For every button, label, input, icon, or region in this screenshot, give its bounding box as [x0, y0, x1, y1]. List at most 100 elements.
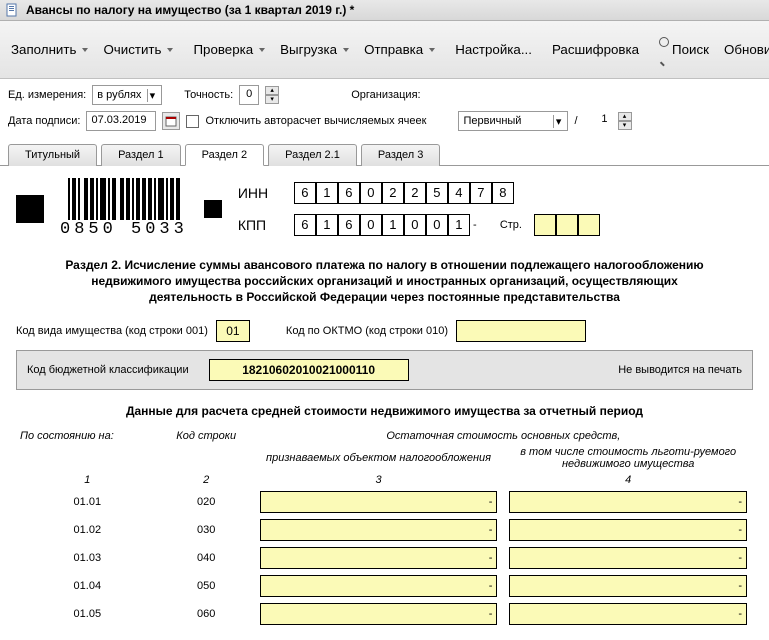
kbk-note: Не выводится на печать: [618, 364, 742, 376]
upload-button[interactable]: Выгрузка: [273, 38, 356, 61]
col3-sub: признаваемых объектом налогообложения: [254, 444, 504, 472]
oktmo-input[interactable]: [456, 320, 586, 342]
cell-v3[interactable]: -: [260, 519, 498, 541]
tab-title[interactable]: Титульный: [8, 144, 97, 166]
form-header: Ед. измерения: в рублях ▾ Точность: 0 ▴▾…: [0, 79, 769, 143]
decode-button[interactable]: Расшифровка: [545, 38, 646, 61]
main-toolbar: Заполнить Очистить Проверка Выгрузка Отп…: [0, 21, 769, 79]
kpp-digit: 0: [404, 214, 426, 236]
primary-value: Первичный: [463, 115, 552, 127]
disable-autocalc-checkbox[interactable]: [186, 115, 199, 128]
inn-digit: 8: [492, 182, 514, 204]
kbk-input[interactable]: 18210602010021000110: [209, 359, 409, 381]
kpp-digit: 6: [294, 214, 316, 236]
org-label: Организация:: [351, 89, 420, 101]
document-icon: [6, 3, 20, 17]
cell-v3[interactable]: -: [260, 547, 498, 569]
str-digit: [578, 214, 600, 236]
primary-select[interactable]: Первичный ▾: [458, 111, 568, 131]
cell-code: 060: [159, 600, 254, 628]
kpp-boxes[interactable]: 61601001 -: [294, 214, 480, 236]
cell-code: 040: [159, 544, 254, 572]
sign-date-label: Дата подписи:: [8, 115, 80, 127]
col-code-header: Код строки: [159, 428, 254, 444]
inn-boxes[interactable]: 6160225478: [294, 182, 514, 204]
precision-spinner[interactable]: ▴▾: [265, 86, 279, 104]
tab-section3[interactable]: Раздел 3: [361, 144, 441, 166]
kpp-digit: 1: [448, 214, 470, 236]
disable-autocalc-label: Отключить авторасчет вычисляемых ячеек: [205, 115, 426, 127]
sign-date-input[interactable]: 07.03.2019: [86, 111, 156, 131]
tab-section1[interactable]: Раздел 1: [101, 144, 181, 166]
barcode-text: 0850 5033: [60, 220, 188, 239]
cell-v4[interactable]: -: [509, 603, 747, 625]
marker-square-small: [204, 200, 222, 218]
kpp-digit: 1: [382, 214, 404, 236]
cell-date: 01.01: [16, 488, 159, 516]
str-digit: [556, 214, 578, 236]
col-num-2: 2: [159, 472, 254, 488]
inn-digit: 6: [294, 182, 316, 204]
page-spinner[interactable]: ▴▾: [618, 112, 632, 130]
inn-digit: 2: [404, 182, 426, 204]
cell-v3[interactable]: -: [260, 603, 498, 625]
inn-digit: 4: [448, 182, 470, 204]
kpp-label: КПП: [238, 217, 282, 233]
search-button[interactable]: Поиск: [652, 31, 716, 69]
cell-v3[interactable]: -: [260, 575, 498, 597]
send-button[interactable]: Отправка: [357, 38, 442, 61]
cell-code: 020: [159, 488, 254, 516]
precision-input[interactable]: 0: [239, 85, 259, 105]
property-code-label: Код вида имущества (код строки 001): [16, 325, 208, 337]
kbk-label: Код бюджетной классификации: [27, 364, 189, 376]
table-row: 01.05060--: [16, 600, 753, 628]
check-button[interactable]: Проверка: [186, 38, 272, 61]
str-digit: [534, 214, 556, 236]
tab-section2[interactable]: Раздел 2: [185, 144, 265, 166]
table-row: 01.04050--: [16, 572, 753, 600]
inn-digit: 2: [382, 182, 404, 204]
refresh-button[interactable]: Обновить: [717, 38, 769, 61]
inn-digit: 7: [470, 182, 492, 204]
settings-button[interactable]: Настройка...: [448, 38, 539, 61]
col-num-4: 4: [503, 472, 753, 488]
col-cost-header: Остаточная стоимость основных средств,: [254, 428, 753, 444]
cell-v4[interactable]: -: [509, 547, 747, 569]
kpp-digit: 0: [360, 214, 382, 236]
precision-label: Точность:: [184, 89, 233, 101]
kpp-digit: 0: [426, 214, 448, 236]
calc-subtitle: Данные для расчета средней стоимости нед…: [16, 404, 753, 418]
clear-button[interactable]: Очистить: [96, 38, 180, 61]
unit-select[interactable]: в рублях ▾: [92, 85, 162, 105]
inn-label: ИНН: [238, 185, 282, 201]
property-code-input[interactable]: 01: [216, 320, 250, 342]
table-row: 01.02030--: [16, 516, 753, 544]
cell-v3[interactable]: -: [260, 491, 498, 513]
str-label: Стр.: [500, 219, 522, 231]
table-row: 01.03040--: [16, 544, 753, 572]
inn-digit: 1: [316, 182, 338, 204]
slash: /: [574, 115, 577, 127]
str-boxes[interactable]: [534, 214, 600, 236]
unit-label: Ед. измерения:: [8, 89, 86, 101]
fill-button[interactable]: Заполнить: [4, 38, 95, 61]
col-num-3: 3: [254, 472, 504, 488]
calc-table: По состоянию на: Код строки Остаточная с…: [16, 428, 753, 628]
tabs: Титульный Раздел 1 Раздел 2 Раздел 2.1 Р…: [0, 143, 769, 166]
calendar-icon[interactable]: [162, 112, 180, 130]
cell-v4[interactable]: -: [509, 519, 747, 541]
inn-digit: 6: [338, 182, 360, 204]
cell-v4[interactable]: -: [509, 491, 747, 513]
search-label: Поиск: [672, 42, 709, 57]
col-date-header: По состоянию на:: [16, 428, 159, 444]
kbk-panel: Код бюджетной классификации 182106020100…: [16, 350, 753, 390]
kpp-digit: 6: [338, 214, 360, 236]
cell-date: 01.05: [16, 600, 159, 628]
cell-code: 030: [159, 516, 254, 544]
cell-v4[interactable]: -: [509, 575, 747, 597]
window-titlebar: Авансы по налогу на имущество (за 1 квар…: [0, 0, 769, 21]
page-content: 0850 5033 ИНН 6160225478 КПП 61601001 - …: [0, 166, 769, 640]
tab-section2-1[interactable]: Раздел 2.1: [268, 144, 357, 166]
cell-date: 01.02: [16, 516, 159, 544]
inn-digit: 5: [426, 182, 448, 204]
